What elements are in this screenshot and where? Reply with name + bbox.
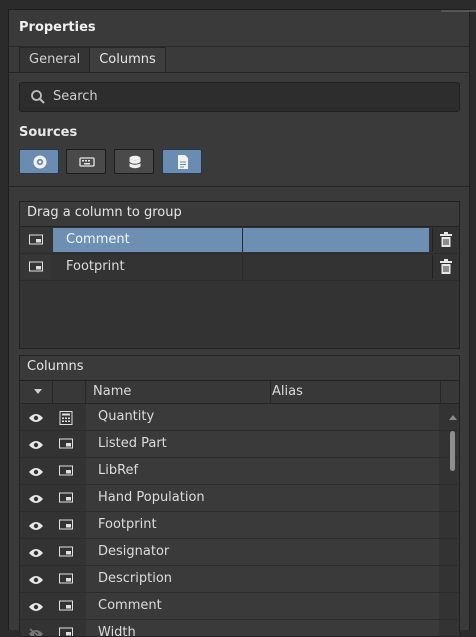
column-name: Quantity (86, 404, 275, 430)
divider (9, 72, 469, 73)
panel-title: Properties (19, 20, 96, 35)
document-icon (178, 155, 188, 169)
parameter-icon (29, 234, 43, 245)
parameter-icon (59, 519, 73, 530)
component-gear-icon (33, 155, 47, 169)
group-row-alias (242, 228, 429, 252)
scroll-up-arrow[interactable] (449, 415, 457, 420)
column-alias[interactable] (263, 566, 439, 592)
column-row[interactable]: Hand Population (20, 485, 459, 512)
delete-group-button[interactable] (432, 255, 459, 279)
group-by-panel[interactable]: Drag a column to group Comment Footprint (19, 201, 460, 349)
tab-general[interactable]: General (19, 47, 91, 72)
column-alias[interactable] (263, 512, 439, 538)
parameter-icon (59, 492, 73, 503)
delete-group-button[interactable] (432, 228, 459, 252)
eye-icon[interactable] (28, 520, 44, 532)
scrollbar[interactable] (448, 413, 458, 636)
parameter-icon (59, 600, 73, 611)
trash-icon (440, 232, 452, 247)
column-alias[interactable] (263, 458, 439, 484)
group-row-name: Comment (53, 228, 254, 252)
column-row[interactable]: Footprint (20, 512, 459, 539)
column-name: LibRef (86, 458, 275, 484)
visibility-sort-header[interactable] (20, 381, 53, 403)
columns-panel: Columns Name Alias Quantity Listed Part Li… (19, 355, 460, 637)
trash-icon (440, 259, 452, 274)
parameter-icon (59, 438, 73, 449)
parameter-icon (59, 465, 73, 476)
column-name: Designator (86, 539, 275, 565)
eye-icon[interactable] (28, 574, 44, 586)
scroll-thumb[interactable] (450, 431, 455, 471)
column-name: Description (86, 566, 275, 592)
eye-icon[interactable] (28, 628, 44, 637)
calculator-icon (59, 411, 73, 425)
group-row[interactable]: Comment (20, 227, 459, 254)
columns-table-header: Name Alias (20, 381, 459, 404)
column-row[interactable]: Description (20, 566, 459, 593)
eye-icon[interactable] (28, 601, 44, 613)
search-placeholder: Search (53, 89, 98, 104)
column-alias[interactable] (263, 431, 439, 457)
group-row-alias (242, 255, 429, 279)
name-header[interactable]: Name (86, 381, 271, 403)
column-alias[interactable] (263, 593, 439, 619)
panel-grip[interactable] (441, 10, 476, 12)
database-icon (129, 155, 141, 169)
properties-panel: Properties General Columns Search Source… (8, 9, 476, 637)
source-database-button[interactable] (114, 149, 154, 174)
group-row-name: Footprint (66, 259, 125, 274)
sources-label: Sources (19, 125, 78, 140)
eye-icon[interactable] (28, 412, 44, 424)
parameter-icon (59, 573, 73, 584)
column-alias[interactable] (263, 539, 439, 565)
keyboard-icon (79, 157, 95, 167)
type-header[interactable] (53, 381, 86, 403)
source-document-button[interactable] (162, 149, 202, 174)
group-by-header: Drag a column to group (20, 202, 459, 227)
alias-header[interactable]: Alias (271, 381, 441, 403)
parameter-icon (59, 546, 73, 557)
column-name: Listed Part (86, 431, 275, 457)
column-row[interactable]: Comment (20, 593, 459, 620)
source-components-button[interactable] (19, 149, 59, 174)
parameter-icon (29, 261, 43, 272)
eye-icon[interactable] (28, 466, 44, 478)
source-keyboard-button[interactable] (66, 149, 106, 174)
search-input[interactable]: Search (19, 82, 460, 112)
column-row[interactable]: LibRef (20, 458, 459, 485)
column-row[interactable]: Designator (20, 539, 459, 566)
eye-icon[interactable] (28, 493, 44, 505)
column-row[interactable]: Quantity (20, 404, 459, 431)
column-name: Comment (86, 593, 275, 619)
column-row[interactable]: Listed Part (20, 431, 459, 458)
divider (9, 186, 469, 187)
tab-bar: General Columns (19, 47, 166, 72)
sort-down-icon (34, 389, 42, 394)
group-row-handle[interactable] (21, 228, 51, 252)
group-row-handle[interactable] (21, 255, 51, 279)
column-alias[interactable] (263, 404, 439, 430)
column-alias[interactable] (263, 485, 439, 511)
column-name: Hand Population (86, 485, 275, 511)
columns-header: Columns (20, 356, 459, 381)
column-name: Footprint (86, 512, 275, 538)
search-icon (31, 90, 45, 104)
eye-icon[interactable] (28, 439, 44, 451)
tab-columns[interactable]: Columns (89, 47, 166, 72)
columns-list: Quantity Listed Part LibRef Hand Population… (20, 404, 459, 637)
eye-icon[interactable] (28, 547, 44, 559)
group-row[interactable]: Footprint (20, 254, 459, 281)
